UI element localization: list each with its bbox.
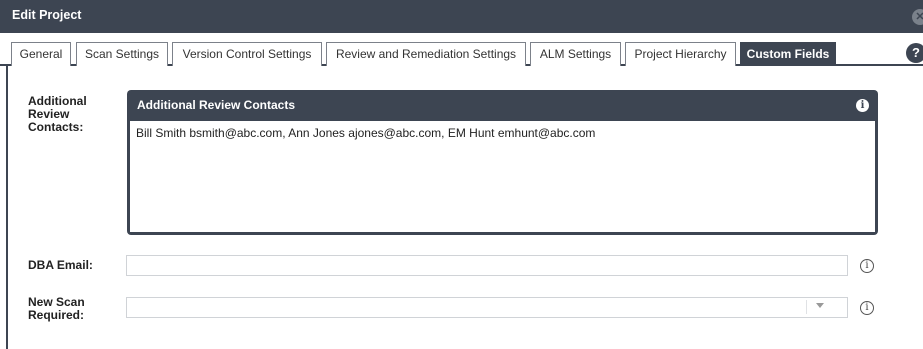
dialog-title-bar: Edit Project ✕ <box>0 0 923 33</box>
new-scan-info-icon[interactable]: i <box>860 301 874 315</box>
dialog-title: Edit Project <box>12 8 82 22</box>
chevron-down-icon[interactable] <box>816 303 824 308</box>
tab-custom-fields[interactable]: Custom Fields <box>740 42 836 66</box>
info-icon[interactable]: i <box>856 99 869 112</box>
tab-alm-settings[interactable]: ALM Settings <box>530 42 621 66</box>
tab-review-remediation-settings[interactable]: Review and Remediation Settings <box>326 42 526 66</box>
tab-scan-settings[interactable]: Scan Settings <box>76 42 168 66</box>
dialog-left-border <box>6 66 8 349</box>
tab-general[interactable]: General <box>11 42 71 66</box>
tab-version-control-settings[interactable]: Version Control Settings <box>172 42 322 66</box>
contacts-panel: Additional Review Contacts i Bill Smith … <box>127 90 878 235</box>
new-scan-label: New Scan Required: <box>28 295 85 322</box>
close-icon[interactable]: ✕ <box>912 9 923 25</box>
dba-email-input[interactable] <box>126 255 848 276</box>
tab-bar: General Scan Settings Version Control Se… <box>0 33 923 66</box>
contacts-panel-title: Additional Review Contacts <box>137 98 296 112</box>
new-scan-select[interactable] <box>126 297 848 318</box>
help-icon[interactable]: ? <box>906 43 923 63</box>
tab-project-hierarchy[interactable]: Project Hierarchy <box>625 42 736 66</box>
dba-email-label: DBA Email: <box>28 258 93 272</box>
dropdown-separator <box>806 300 807 314</box>
contacts-label: Additional Review Contacts: <box>28 94 87 134</box>
dba-email-info-icon[interactable]: i <box>860 259 874 273</box>
contacts-textarea[interactable]: Bill Smith bsmith@abc.com, Ann Jones ajo… <box>130 121 875 232</box>
